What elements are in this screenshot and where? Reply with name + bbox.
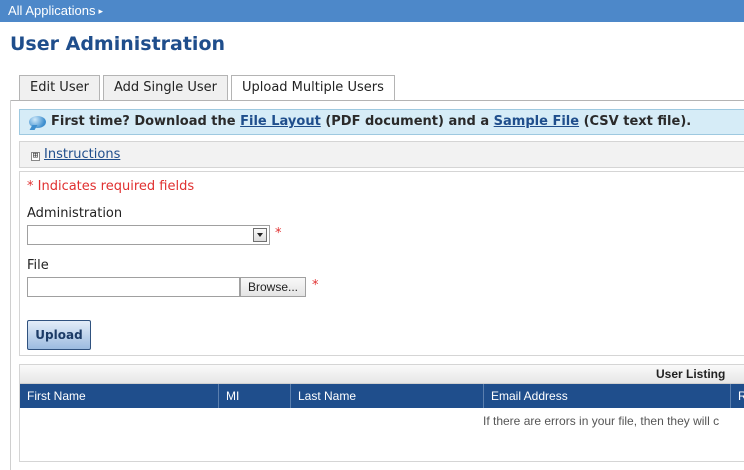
administration-required-marker: *	[275, 226, 282, 241]
user-listing-title-bar: User Listing	[20, 365, 744, 384]
column-email-address[interactable]: Email Address	[484, 384, 731, 408]
top-navigation-bar: All Applications ▸	[0, 0, 744, 22]
file-required-marker: *	[312, 278, 319, 293]
speech-bubble-icon	[29, 116, 46, 128]
tab-bar: Edit User Add Single User Upload Multipl…	[19, 75, 398, 101]
info-banner: First time? Download the File Layout (PD…	[19, 109, 744, 135]
file-label: File	[27, 258, 49, 273]
content-border	[10, 100, 11, 470]
tab-divider	[10, 100, 744, 101]
file-layout-link[interactable]: File Layout	[240, 114, 321, 129]
column-r[interactable]: R	[731, 384, 744, 408]
instructions-bar[interactable]: ⊞ Instructions	[19, 141, 744, 168]
user-listing-panel: User Listing First Name MI Last Name Ema…	[19, 364, 744, 462]
breadcrumb-all-applications[interactable]: All Applications	[8, 3, 95, 18]
banner-suffix: (CSV text file).	[579, 114, 692, 129]
tab-upload-multiple-users[interactable]: Upload Multiple Users	[230, 75, 395, 101]
user-listing-title: User Listing	[656, 367, 726, 381]
column-mi[interactable]: MI	[219, 384, 291, 408]
chevron-down-icon[interactable]	[253, 228, 267, 242]
browse-button[interactable]: Browse...	[240, 277, 306, 297]
instructions-link[interactable]: Instructions	[44, 147, 120, 162]
banner-middle: (PDF document) and a	[320, 114, 494, 129]
upload-form: * Indicates required fields Administrati…	[19, 171, 744, 356]
column-first-name[interactable]: First Name	[20, 384, 219, 408]
sample-file-link[interactable]: Sample File	[494, 114, 579, 129]
tab-add-single-user[interactable]: Add Single User	[102, 75, 228, 100]
file-input[interactable]	[27, 277, 240, 297]
column-last-name[interactable]: Last Name	[291, 384, 484, 408]
user-listing-header-row: First Name MI Last Name Email Address R	[20, 384, 744, 408]
expand-plus-icon[interactable]: ⊞	[31, 152, 40, 161]
user-listing-empty-message: If there are errors in your file, then t…	[483, 414, 720, 428]
tab-edit-user[interactable]: Edit User	[19, 75, 100, 100]
administration-select[interactable]	[27, 225, 270, 245]
breadcrumb-arrow-icon: ▸	[98, 6, 103, 16]
page-title: User Administration	[10, 33, 226, 55]
upload-button[interactable]: Upload	[27, 320, 91, 350]
required-fields-note: * Indicates required fields	[27, 179, 195, 194]
administration-label: Administration	[27, 206, 123, 221]
banner-prefix: First time? Download the	[51, 114, 241, 129]
